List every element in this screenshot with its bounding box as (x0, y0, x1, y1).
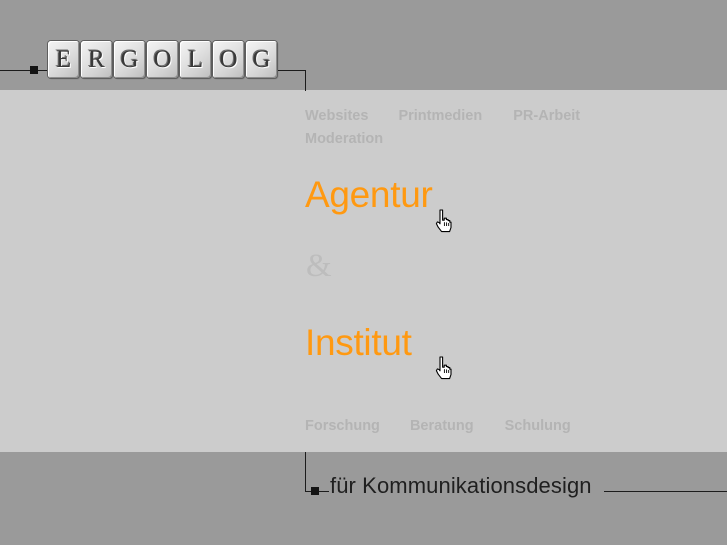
nav-item-schulung[interactable]: Schulung (505, 418, 571, 434)
footer-rule-vertical (305, 452, 306, 492)
header-rule-left (0, 70, 50, 71)
link-agentur[interactable]: Agentur (305, 176, 433, 213)
page-root: E R G O L O G Websites Printmedien PR-Ar… (0, 0, 727, 545)
footer-rule-right (604, 491, 727, 492)
header-rule-right (277, 70, 306, 71)
logo-tile: R (81, 41, 112, 78)
footer-marker-square (311, 487, 319, 495)
nav-item-printmedien[interactable]: Printmedien (398, 108, 482, 124)
footer-tagline: für Kommunikationsdesign (330, 473, 592, 498)
logo-tile: O (147, 41, 178, 78)
nav-item-beratung[interactable]: Beratung (410, 418, 474, 434)
logo-tile: G (114, 41, 145, 78)
ergolog-logo[interactable]: E R G O L O G (48, 41, 277, 78)
top-nav-row-2: Moderation (305, 131, 383, 147)
nav-item-websites[interactable]: Websites (305, 108, 368, 124)
logo-tile: O (213, 41, 244, 78)
top-nav-row-1: Websites Printmedien PR-Arbeit (305, 108, 580, 124)
header-rule-vertical (305, 70, 306, 91)
logo-tile: L (180, 41, 211, 78)
nav-item-forschung[interactable]: Forschung (305, 418, 380, 434)
nav-item-moderation[interactable]: Moderation (305, 131, 383, 147)
header-marker-square-left (30, 66, 38, 74)
nav-item-pr-arbeit[interactable]: PR-Arbeit (513, 108, 580, 124)
ampersand-separator: & (306, 248, 332, 284)
link-institut[interactable]: Institut (305, 324, 412, 361)
main-content: Websites Printmedien PR-Arbeit Moderatio… (305, 90, 727, 452)
logo-tile: G (246, 41, 277, 78)
bottom-nav-row: Forschung Beratung Schulung (305, 418, 571, 434)
logo-tile: E (48, 41, 79, 78)
